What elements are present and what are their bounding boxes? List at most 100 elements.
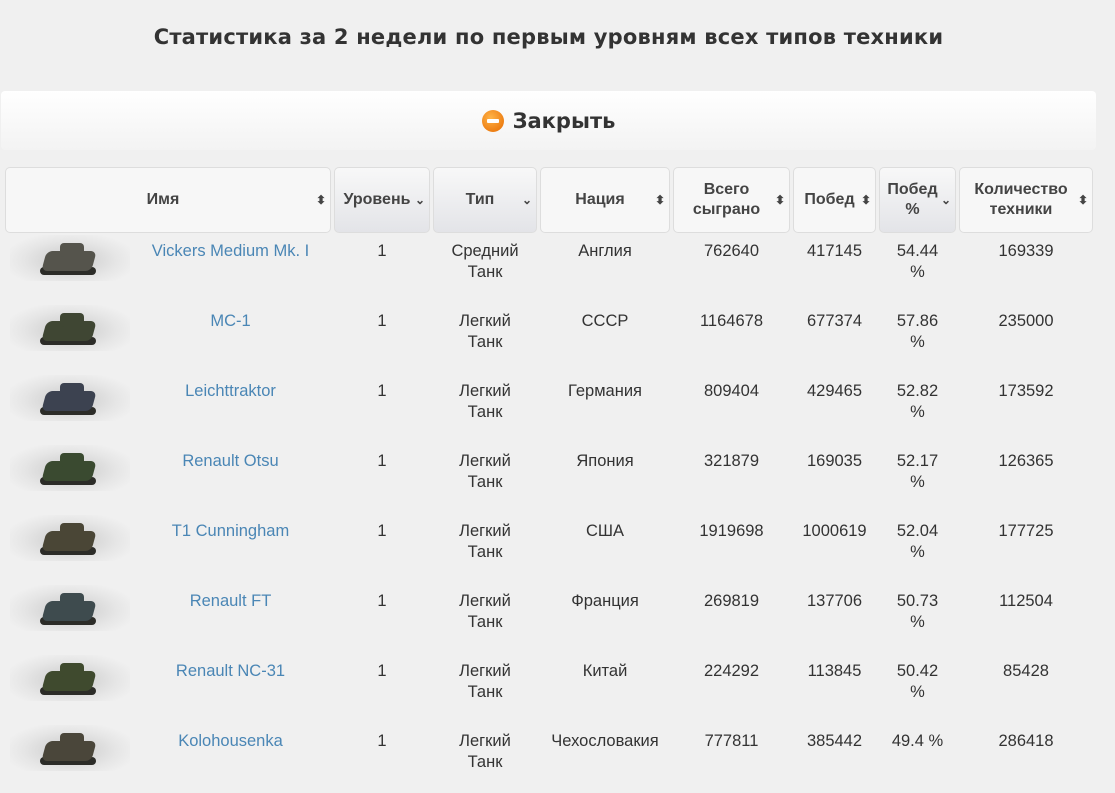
header-total[interactable]: Всего сыграно ⬍ bbox=[673, 167, 790, 233]
tank-name-link[interactable]: MC-1 bbox=[210, 312, 250, 330]
pct-value: 54.44 bbox=[896, 242, 939, 260]
type-cell: Легкий Танк bbox=[433, 583, 537, 653]
header-label: Всего bbox=[703, 181, 750, 198]
level-cell: 1 bbox=[377, 242, 387, 260]
type-cell: Легкий Танк bbox=[433, 513, 537, 583]
sort-both-icon: ⬍ bbox=[654, 193, 665, 207]
name-cell: Leichttraktor bbox=[5, 373, 331, 443]
table-row: Renault FT 1 Легкий Танк Франция 269819 1… bbox=[5, 583, 1093, 653]
header-label: Количество bbox=[974, 181, 1068, 198]
level-cell: 1 bbox=[377, 662, 387, 680]
tank-name-link[interactable]: Renault NC-31 bbox=[176, 662, 285, 680]
pct-value: 50.73 bbox=[896, 592, 939, 610]
table-row: Kolohousenka 1 Легкий Танк Чехословакия 7… bbox=[5, 723, 1093, 793]
nation-cell: Германия bbox=[568, 382, 642, 400]
total-cell: 1919698 bbox=[699, 522, 764, 540]
tank-image bbox=[10, 725, 130, 771]
type-cell: Средний Танк bbox=[433, 233, 537, 303]
type-cell: Легкий Танк bbox=[433, 723, 537, 793]
header-label: Побед bbox=[887, 181, 938, 198]
total-cell: 321879 bbox=[703, 452, 760, 470]
sort-both-icon: ⬍ bbox=[774, 193, 785, 207]
header-win-pct[interactable]: Побед% ⌄ bbox=[879, 167, 956, 233]
tank-image bbox=[10, 235, 130, 281]
type-text: Легкий bbox=[459, 312, 511, 330]
header-label: Нация bbox=[575, 191, 625, 208]
header-count[interactable]: Количество техники ⬍ bbox=[959, 167, 1093, 233]
wins-cell: 385442 bbox=[806, 732, 863, 750]
total-cell: 809404 bbox=[703, 382, 760, 400]
count-cell: 169339 bbox=[998, 242, 1054, 260]
pct-value: 52.04 bbox=[896, 522, 939, 540]
header-nation[interactable]: Нация ⬍ bbox=[540, 167, 670, 233]
level-cell: 1 bbox=[377, 452, 387, 470]
pct-value: 57.86 bbox=[896, 312, 939, 330]
page-title: Статистика за 2 недели по первым уровням… bbox=[153, 25, 944, 49]
sort-desc-icon: ⌄ bbox=[521, 193, 532, 207]
win-pct-cell: 50.42% bbox=[879, 653, 956, 723]
name-cell: Renault Otsu bbox=[5, 443, 331, 513]
tank-name-link[interactable]: Renault FT bbox=[190, 592, 272, 610]
header-wins[interactable]: Побед ⬍ bbox=[793, 167, 876, 233]
total-cell: 1164678 bbox=[699, 312, 763, 330]
tank-image bbox=[10, 375, 130, 421]
header-label: Тип bbox=[465, 191, 495, 208]
count-cell: 112504 bbox=[999, 592, 1053, 610]
total-cell: 224292 bbox=[703, 662, 760, 680]
header-level[interactable]: Уровень ⌄ bbox=[334, 167, 430, 233]
wins-cell: 169035 bbox=[806, 452, 863, 470]
sort-desc-icon: ⌄ bbox=[414, 193, 425, 207]
tank-name-link[interactable]: Leichttraktor bbox=[185, 382, 276, 400]
pct-value: 50.42 bbox=[896, 662, 939, 680]
type-text: Танк bbox=[467, 613, 503, 631]
pct-unit: % bbox=[910, 333, 925, 351]
header-type[interactable]: Тип ⌄ bbox=[433, 167, 537, 233]
win-pct-cell: 49.4 % bbox=[879, 723, 956, 793]
win-pct-cell: 50.73% bbox=[879, 583, 956, 653]
close-label: Закрыть bbox=[512, 108, 616, 133]
nation-cell: Англия bbox=[578, 242, 632, 260]
tank-name-link[interactable]: T1 Cunningham bbox=[172, 522, 289, 540]
total-cell: 762640 bbox=[703, 242, 760, 260]
tank-image bbox=[10, 655, 130, 701]
count-cell: 235000 bbox=[998, 312, 1054, 330]
wins-cell: 429465 bbox=[806, 382, 863, 400]
close-button[interactable]: Закрыть bbox=[1, 91, 1096, 150]
level-cell: 1 bbox=[377, 522, 387, 540]
win-pct-cell: 52.17% bbox=[879, 443, 956, 513]
type-text: Легкий bbox=[459, 662, 511, 680]
name-cell: T1 Cunningham bbox=[5, 513, 331, 583]
total-cell: 269819 bbox=[703, 592, 760, 610]
tank-name-link[interactable]: Vickers Medium Mk. I bbox=[152, 242, 309, 260]
pct-unit: % bbox=[910, 263, 925, 281]
type-text: Легкий bbox=[459, 522, 511, 540]
header-label: сыграно bbox=[692, 201, 761, 218]
pct-unit: % bbox=[910, 473, 925, 491]
pct-unit: % bbox=[910, 403, 925, 421]
win-pct-cell: 52.04% bbox=[879, 513, 956, 583]
count-cell: 177725 bbox=[998, 522, 1054, 540]
tank-image bbox=[10, 445, 130, 491]
name-cell: Renault NC-31 bbox=[5, 653, 331, 723]
name-cell: Kolohousenka bbox=[5, 723, 331, 793]
count-cell: 286418 bbox=[998, 732, 1054, 750]
header-label: Имя bbox=[146, 191, 180, 208]
nation-cell: США bbox=[585, 522, 625, 540]
tank-name-link[interactable]: Renault Otsu bbox=[182, 452, 278, 470]
total-cell: 777811 bbox=[704, 732, 759, 750]
pct-value: 52.82 bbox=[896, 382, 939, 400]
pct-unit: % bbox=[910, 613, 925, 631]
name-cell: Renault FT bbox=[5, 583, 331, 653]
type-text: Легкий bbox=[459, 382, 511, 400]
type-text: Танк bbox=[467, 403, 503, 421]
tank-name-link[interactable]: Kolohousenka bbox=[178, 732, 283, 750]
type-text: Танк bbox=[467, 263, 503, 281]
table-row: Renault Otsu 1 Легкий Танк Япония 321879 … bbox=[5, 443, 1093, 513]
wins-cell: 113845 bbox=[807, 662, 862, 680]
header-name[interactable]: Имя ⬍ bbox=[5, 167, 331, 233]
count-cell: 126365 bbox=[998, 452, 1054, 470]
name-cell: Vickers Medium Mk. I bbox=[5, 233, 331, 303]
header-label: % bbox=[905, 201, 920, 218]
table-row: Renault NC-31 1 Легкий Танк Китай 224292 … bbox=[5, 653, 1093, 723]
nation-cell: Япония bbox=[576, 452, 634, 470]
